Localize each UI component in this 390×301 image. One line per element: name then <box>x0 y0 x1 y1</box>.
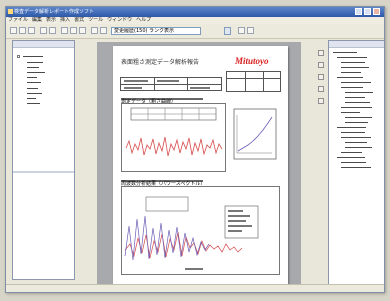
minimize-icon[interactable] <box>355 8 362 15</box>
tree-item[interactable] <box>27 82 41 83</box>
section-label: 測定データ（粗さ曲線） <box>121 98 203 105</box>
print-icon[interactable] <box>40 27 47 34</box>
menu-edit[interactable]: 編集 <box>30 17 44 24</box>
tree-item[interactable] <box>345 147 372 148</box>
info-table <box>120 77 222 91</box>
spectrum-plot-red <box>124 231 243 259</box>
report-title: 表面粗さ測定データ解析報告 <box>121 59 200 66</box>
cut-icon[interactable] <box>61 27 68 34</box>
section-label: 周波数分析結果（パワースペクトル） <box>121 180 206 187</box>
preview-icon[interactable] <box>49 27 56 34</box>
undo-icon[interactable] <box>91 27 98 34</box>
chart-icon[interactable] <box>247 27 254 34</box>
status-bar <box>6 284 384 292</box>
tree-item[interactable] <box>27 98 36 99</box>
chevron-down-icon[interactable] <box>224 27 231 35</box>
document-workspace[interactable]: 表面粗さ測定データ解析報告 Mitutoyo 測定データ（粗さ曲線） 周波数分析… <box>97 42 301 285</box>
property-icon[interactable] <box>318 74 324 80</box>
close-icon[interactable] <box>373 8 380 15</box>
menu-help[interactable]: ヘルプ <box>134 17 153 24</box>
tree-item[interactable] <box>341 132 365 133</box>
tree-item[interactable] <box>27 103 40 104</box>
table-icon[interactable] <box>238 27 245 34</box>
window-title: 検査データ解析レポート作成ソフト <box>14 9 95 15</box>
tree-item[interactable] <box>341 62 365 63</box>
property-icon[interactable] <box>318 98 324 104</box>
menu-bar: ファイル 編集 表示 挿入 書式 ツール ウィンドウ ヘルプ <box>6 17 384 24</box>
copy-icon[interactable] <box>70 27 77 34</box>
tree-item[interactable] <box>341 87 363 88</box>
view-mode-combo[interactable]: 変更履歴(150) ランク表示 <box>111 27 201 35</box>
tree-item[interactable] <box>341 162 366 163</box>
tree-item[interactable] <box>345 122 368 123</box>
tree-item[interactable] <box>345 92 373 93</box>
tree-item[interactable] <box>341 152 362 153</box>
property-icon[interactable] <box>318 50 324 56</box>
paste-icon[interactable] <box>79 27 86 34</box>
tree-item[interactable] <box>341 107 372 108</box>
tree-item[interactable] <box>341 67 369 68</box>
right-panel-header[interactable] <box>329 41 384 48</box>
app-icon <box>8 9 13 14</box>
tree-item[interactable] <box>27 77 37 78</box>
open-folder-icon[interactable] <box>19 27 26 34</box>
menu-window[interactable]: ウィンドウ <box>105 17 134 24</box>
menu-view[interactable]: 表示 <box>44 17 58 24</box>
tree-item[interactable] <box>27 88 38 89</box>
tree-item[interactable] <box>345 97 365 98</box>
tree-item[interactable] <box>333 52 357 53</box>
menu-insert[interactable]: 挿入 <box>58 17 72 24</box>
new-file-icon[interactable] <box>10 27 17 34</box>
tree-item[interactable] <box>337 127 366 128</box>
menu-tools[interactable]: ツール <box>86 17 105 24</box>
tree-item[interactable] <box>23 56 43 57</box>
menu-format[interactable]: 書式 <box>72 17 86 24</box>
right-tree-panel <box>328 40 384 290</box>
expand-icon[interactable] <box>17 55 20 58</box>
maximize-icon[interactable] <box>364 8 371 15</box>
left-tree-panel <box>12 40 75 280</box>
tree-item[interactable] <box>341 167 371 168</box>
title-bar[interactable]: 検査データ解析レポート作成ソフト <box>6 7 384 17</box>
tree-item[interactable] <box>27 72 45 73</box>
left-panel-header[interactable] <box>13 41 74 48</box>
redo-icon[interactable] <box>100 27 107 34</box>
tree-item[interactable] <box>337 57 367 58</box>
panel-splitter[interactable] <box>13 171 74 173</box>
tree-item[interactable] <box>345 102 370 103</box>
tree-item[interactable] <box>27 67 39 68</box>
property-icon[interactable] <box>318 62 324 68</box>
tree-item[interactable] <box>341 112 360 113</box>
tree-item[interactable] <box>337 157 365 158</box>
roughness-chart-section <box>121 103 277 172</box>
property-icon[interactable] <box>318 86 324 92</box>
toolbar: 変更履歴(150) ランク表示 <box>6 24 384 39</box>
spectrum-chart-section <box>121 186 280 275</box>
tree-item[interactable] <box>341 137 371 138</box>
application-window: 検査データ解析レポート作成ソフト ファイル 編集 表示 挿入 書式 ツール ウィンドウ ヘルプ… <box>5 6 385 293</box>
tree-item[interactable] <box>337 77 363 78</box>
report-page: 表面粗さ測定データ解析報告 Mitutoyo 測定データ（粗さ曲線） 周波数分析… <box>113 46 288 284</box>
save-icon[interactable] <box>28 27 35 34</box>
property-toolbar <box>316 40 326 120</box>
approval-stamp-grid <box>226 71 281 92</box>
tree-item[interactable] <box>345 117 372 118</box>
tree-item[interactable] <box>27 62 43 63</box>
tree-item[interactable] <box>341 82 371 83</box>
tree-item[interactable] <box>341 72 361 73</box>
tree-item[interactable] <box>345 142 367 143</box>
menu-file[interactable]: ファイル <box>6 17 30 24</box>
company-logo: Mitutoyo <box>235 56 269 66</box>
roughness-profile-plot <box>125 136 223 157</box>
tree-item[interactable] <box>27 93 42 94</box>
